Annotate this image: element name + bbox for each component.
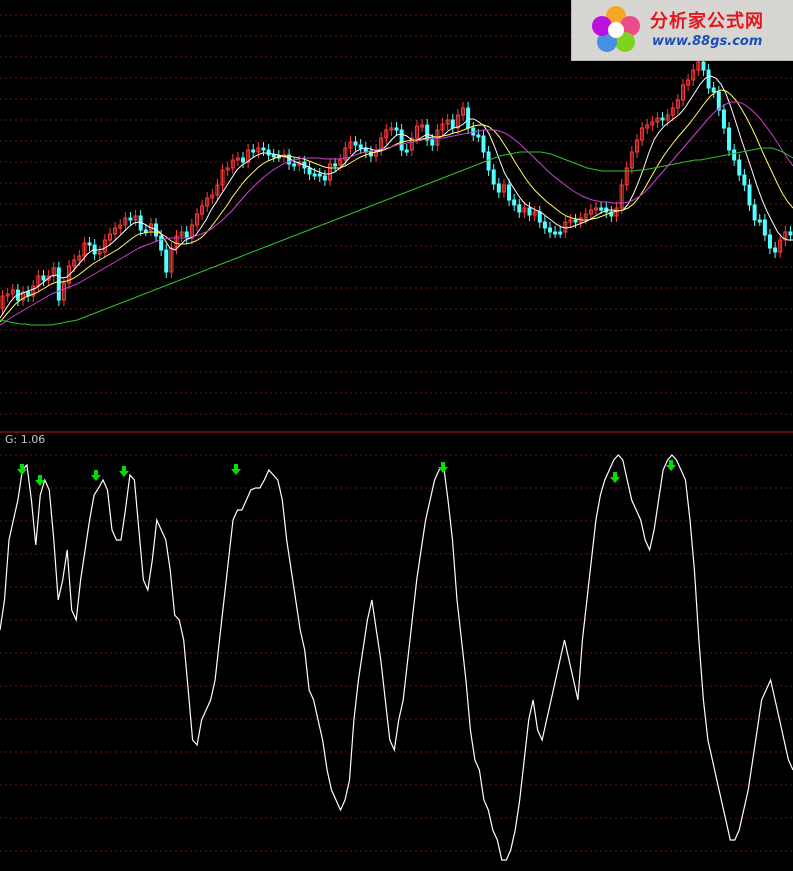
flower-icon bbox=[592, 6, 640, 52]
candle-body bbox=[430, 139, 435, 146]
candle-body bbox=[701, 61, 706, 71]
candle-body bbox=[599, 207, 604, 211]
signal-arrow bbox=[231, 464, 241, 475]
candle-body bbox=[241, 157, 246, 163]
candle-body bbox=[164, 249, 169, 273]
candle-body bbox=[558, 231, 563, 235]
signal-arrow bbox=[610, 472, 620, 483]
candle-body bbox=[721, 109, 726, 129]
candle-body bbox=[87, 242, 92, 246]
candle-body bbox=[251, 149, 256, 153]
candle-body bbox=[752, 204, 757, 221]
signal-arrow bbox=[119, 466, 129, 477]
candle-body bbox=[312, 173, 317, 177]
candle-body bbox=[41, 275, 46, 281]
candle-body bbox=[773, 247, 778, 253]
candle-body bbox=[491, 169, 496, 185]
candle-body bbox=[542, 221, 547, 229]
candle-body bbox=[56, 267, 61, 301]
candle-body bbox=[527, 207, 532, 216]
indicator-lines bbox=[0, 454, 793, 861]
candle-body bbox=[159, 235, 164, 251]
signal-arrow bbox=[17, 464, 27, 475]
candle-body bbox=[143, 229, 148, 233]
candle-body bbox=[742, 174, 747, 186]
candle-body bbox=[271, 154, 276, 158]
signal-arrow bbox=[91, 470, 101, 481]
candle-body bbox=[476, 134, 481, 138]
candle-body bbox=[547, 227, 552, 233]
candle-body bbox=[732, 149, 737, 161]
candle-body bbox=[573, 219, 578, 223]
candle-body bbox=[333, 163, 338, 167]
indicator-label: G: 1.06 bbox=[5, 433, 46, 446]
logo-url: www.88gs.com bbox=[652, 34, 763, 49]
candle-body bbox=[399, 129, 404, 151]
candle-body bbox=[481, 135, 486, 153]
candle-body bbox=[507, 184, 512, 201]
candle-body bbox=[757, 219, 762, 223]
candle-body bbox=[261, 147, 266, 151]
candle-body bbox=[307, 167, 312, 175]
candle-body bbox=[450, 119, 455, 129]
candle-body bbox=[322, 175, 327, 181]
signal-arrow bbox=[438, 462, 448, 473]
candle-body bbox=[553, 231, 558, 235]
candle-body bbox=[711, 87, 716, 93]
candle-body bbox=[353, 141, 358, 146]
candle-body bbox=[404, 149, 409, 153]
candle-body bbox=[706, 69, 711, 89]
candle-body bbox=[788, 231, 793, 236]
logo-text: 分析家公式网 bbox=[650, 11, 764, 32]
indicator-line bbox=[0, 454, 793, 861]
candle-body bbox=[737, 159, 742, 176]
candle-body bbox=[292, 163, 297, 167]
candle-body bbox=[512, 199, 517, 206]
stock-chart bbox=[0, 14, 793, 861]
candle-body bbox=[660, 117, 665, 121]
candle-body bbox=[128, 217, 133, 221]
candle-body bbox=[517, 204, 522, 213]
candle-body bbox=[358, 144, 363, 149]
candle-body bbox=[466, 107, 471, 129]
candle-body bbox=[394, 127, 399, 131]
signal-arrows bbox=[17, 460, 676, 486]
candle-body bbox=[762, 219, 767, 236]
candle-body bbox=[727, 127, 732, 151]
candle-body bbox=[496, 183, 501, 193]
candle-body bbox=[767, 234, 772, 249]
grid-lines bbox=[0, 14, 793, 852]
candle-body bbox=[747, 184, 752, 206]
candle-body bbox=[317, 173, 322, 177]
candle-body bbox=[537, 211, 542, 223]
candlesticks bbox=[0, 56, 793, 314]
logo: 分析家公式网 www.88gs.com bbox=[571, 0, 793, 61]
